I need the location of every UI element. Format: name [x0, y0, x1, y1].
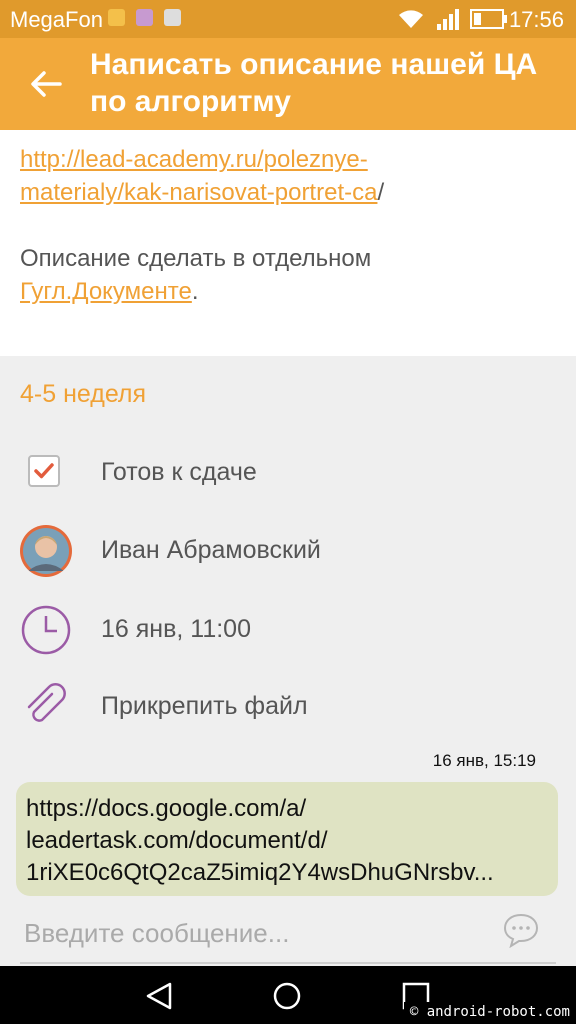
- watermark: © android-robot.com: [403, 1002, 576, 1022]
- image-notification-icon: [136, 9, 153, 26]
- nav-home-icon[interactable]: [272, 981, 302, 1011]
- message-bubble[interactable]: https://docs.google.com/a/ leadertask.co…: [16, 782, 558, 896]
- message-input[interactable]: [20, 912, 488, 955]
- week-label: 4-5 неделя: [20, 380, 147, 408]
- page-title: Написать описание нашей ЦА по алгоритму: [90, 48, 538, 118]
- notification-1-icon: [108, 9, 125, 26]
- due-date-row[interactable]: 16 янв, 11:00: [0, 615, 576, 675]
- ready-row[interactable]: Готов к сдаче: [0, 458, 576, 518]
- assignee-row[interactable]: Иван Абрамовский: [0, 536, 576, 596]
- message-line: 1riXE0c6QtQ2caZ5imiq2Y4wsDhuGNrsbv...: [26, 859, 494, 886]
- carrier-name: MegaFon: [10, 7, 103, 32]
- back-arrow-icon[interactable]: [26, 64, 66, 104]
- app-bar: Написать описание нашей ЦА по алгоритму: [0, 38, 576, 130]
- lead-academy-link[interactable]: http://lead-academy.ru/poleznye-material…: [20, 146, 377, 206]
- ready-label: Готов к сдаче: [101, 458, 257, 486]
- nav-back-icon[interactable]: [144, 982, 174, 1010]
- attach-file-label: Прикрепить файл: [101, 692, 308, 720]
- due-date: 16 янв, 11:00: [101, 615, 251, 643]
- battery-icon: [470, 9, 507, 29]
- assignee-name: Иван Абрамовский: [101, 536, 321, 564]
- clock: 17:56: [508, 7, 564, 32]
- task-description: http://lead-academy.ru/poleznye-material…: [20, 146, 385, 305]
- message-timestamp: 16 янв, 15:19: [432, 751, 536, 770]
- message-composer: [20, 912, 556, 964]
- status-bar: MegaFon 17:56: [0, 0, 576, 38]
- google-doc-link[interactable]: Гугл.Документе: [20, 278, 192, 305]
- mail-notification-icon: [164, 9, 181, 26]
- description-text: Описание сделать в отдельном: [20, 245, 372, 272]
- wifi-icon: [399, 10, 423, 28]
- message-line: leadertask.com/document/d/: [26, 827, 328, 854]
- signal-icon: [437, 9, 459, 30]
- attach-file-row[interactable]: Прикрепить файл: [0, 692, 576, 752]
- chat-bubble-icon[interactable]: [502, 912, 540, 948]
- message-line: https://docs.google.com/a/: [26, 795, 307, 822]
